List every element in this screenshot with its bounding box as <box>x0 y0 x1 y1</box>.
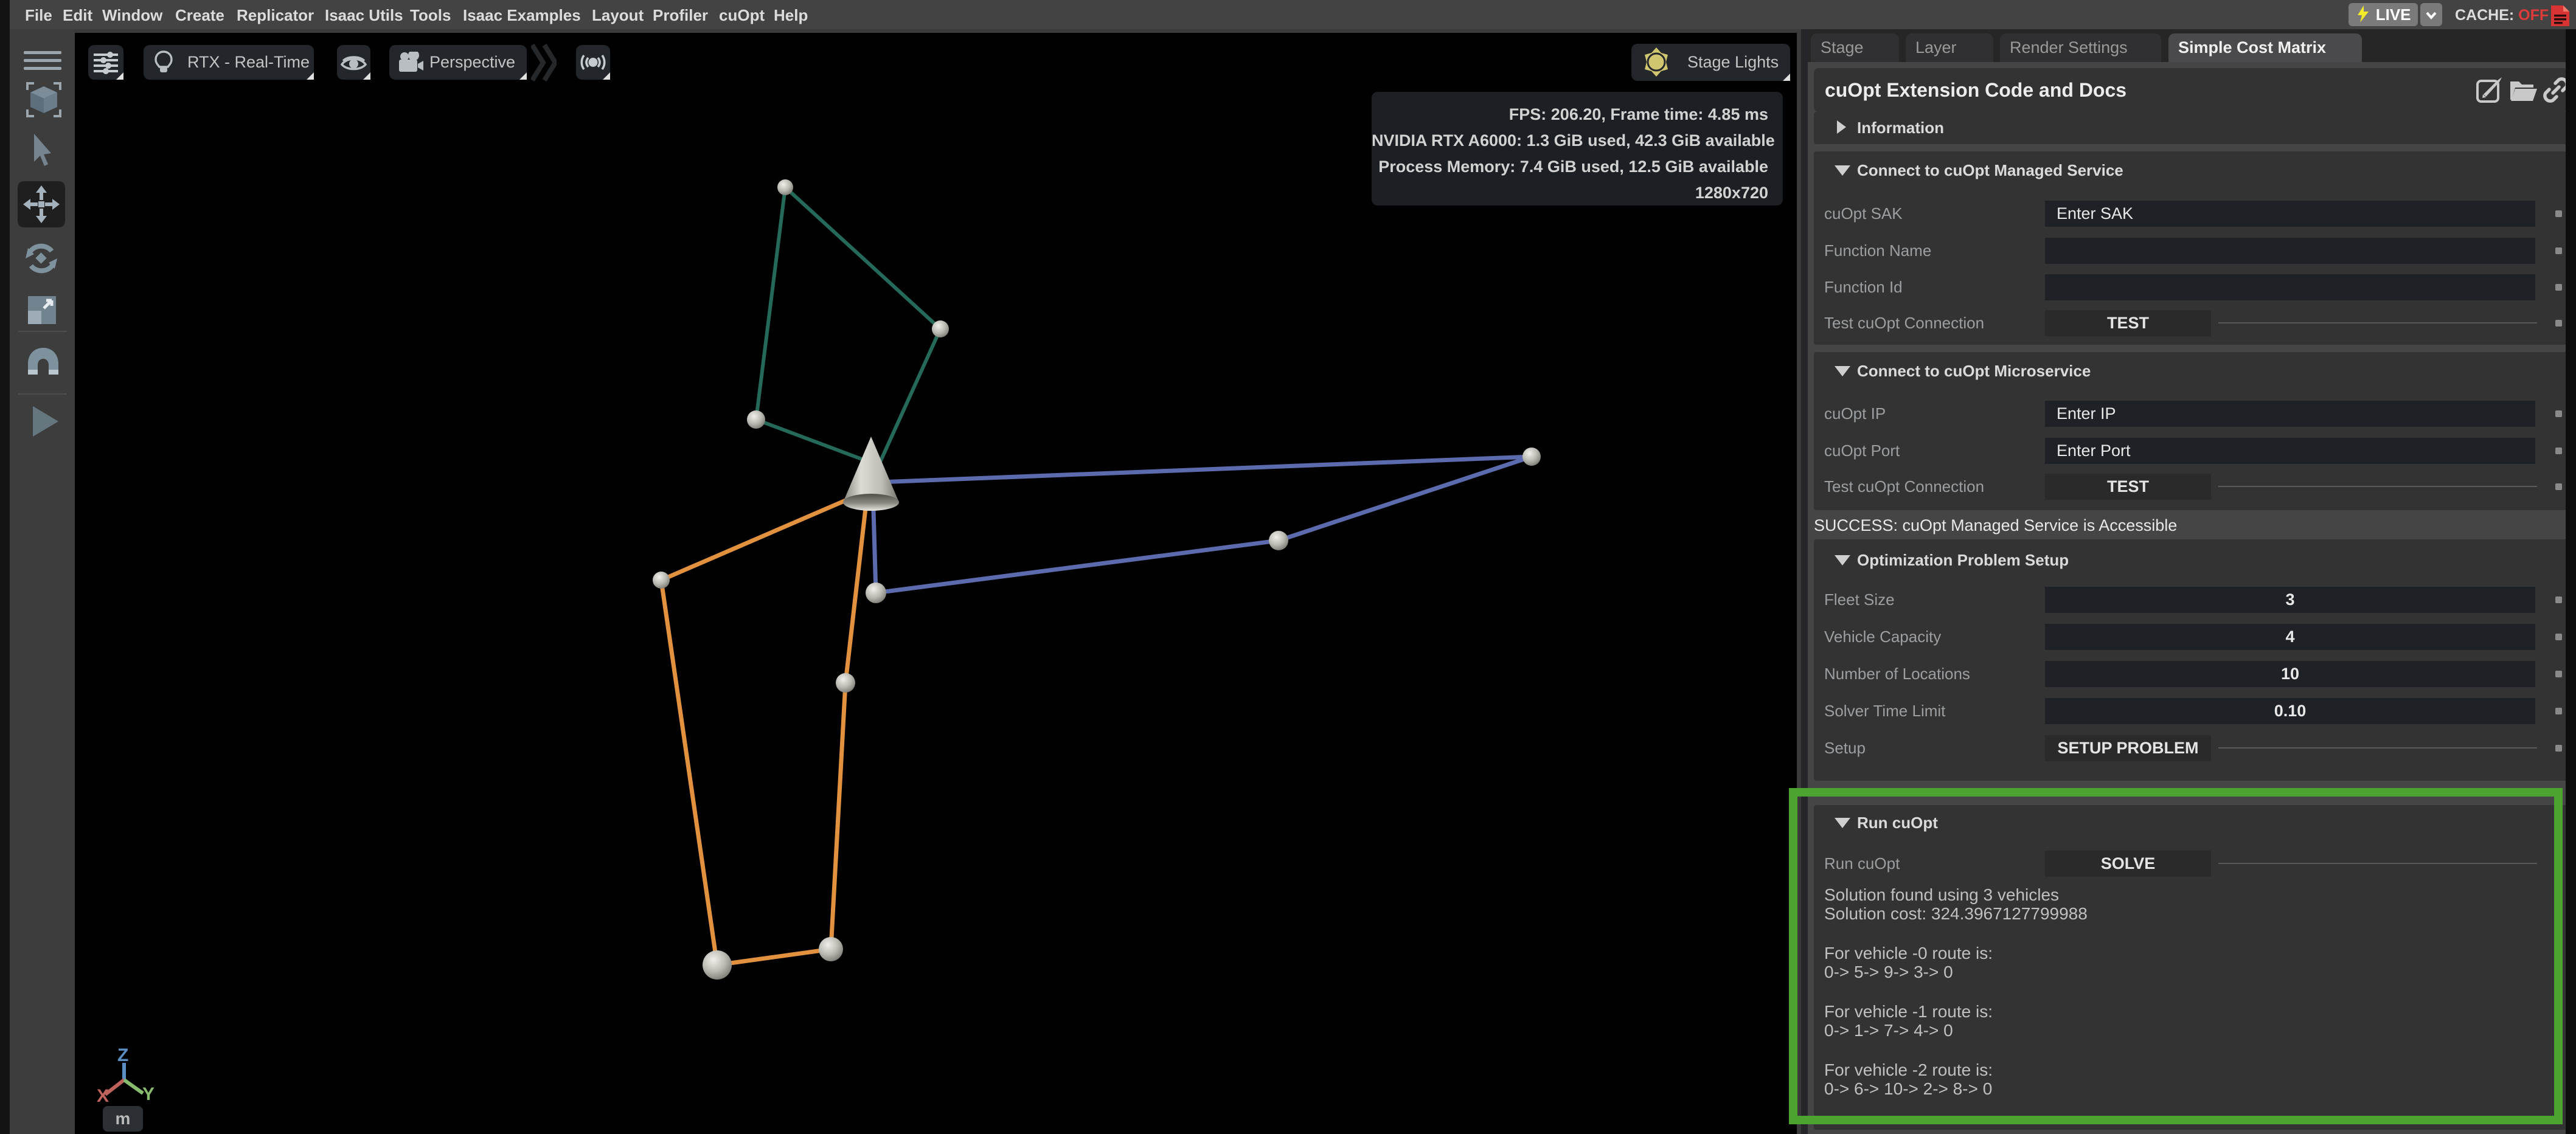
svg-text:X: X <box>97 1086 109 1106</box>
svg-text:Y: Y <box>142 1084 154 1104</box>
svg-text:Z: Z <box>117 1045 128 1065</box>
